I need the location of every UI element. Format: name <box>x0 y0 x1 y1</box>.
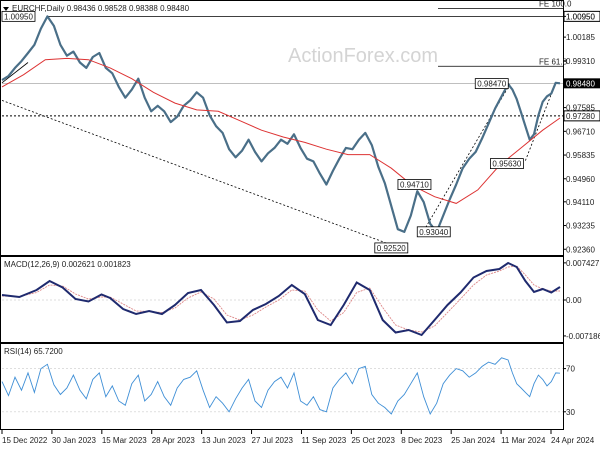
x-tick-label: 11 Mar 2024 <box>501 436 546 445</box>
price-tag: 0.98470 <box>474 78 509 90</box>
macd-panel-title: MACD(12,26,9) 0.002621 0.001823 <box>4 260 131 269</box>
price-y-axis: 1.00950 1.00185 0.99310 0.97585 0.96710 0.958… <box>563 12 595 254</box>
watermark: ActionForex.com <box>288 45 438 67</box>
fe-level-label: FE 61.8 <box>539 57 568 66</box>
x-tick-label: 11 Sep 2023 <box>301 436 346 445</box>
price-tag-label: 0.94710 <box>400 181 429 190</box>
price-y-tick-label: 0.97585 <box>566 104 595 113</box>
x-tick-label: 15 Dec 2022 <box>2 436 48 445</box>
macd-panel-frame <box>0 256 564 343</box>
price-tag-label: 1.00950 <box>4 12 33 21</box>
x-tick-label: 24 Apr 2024 <box>551 436 595 445</box>
price-tag-label: 0.93040 <box>419 228 448 237</box>
price-tag: 0.93040 <box>416 226 451 238</box>
macd-y-tick-label: 0.00 <box>566 296 582 305</box>
current-price-label: 0.98480 <box>566 79 595 88</box>
rsi-y-tick-label: 70 <box>566 365 575 374</box>
x-tick-label: 15 Mar 2023 <box>102 436 147 445</box>
current-price-tag: 0.98480 <box>564 78 600 89</box>
x-tick-label: 25 Jan 2024 <box>451 436 496 445</box>
macd-y-tick-label: -0.007186 <box>566 332 600 341</box>
price-tag: 0.95630 <box>489 158 524 170</box>
x-axis: 15 Dec 2022 30 Jan 2023 15 Mar 2023 28 Apr … <box>1 430 595 445</box>
chart-root: ActionForex.com 1.00950FE 100.0FE 61.80.… <box>0 0 600 445</box>
x-tick-label: 25 Oct 2023 <box>351 436 395 445</box>
x-tick-label: 30 Jan 2023 <box>52 436 97 445</box>
price-tag-label: 0.98470 <box>477 80 506 89</box>
price-panel-frame <box>0 0 564 256</box>
price-y-tick-label: 1.00185 <box>566 33 595 42</box>
price-y-tick-label: 0.99310 <box>566 57 595 66</box>
x-tick-label: 28 Apr 2023 <box>152 436 196 445</box>
rsi-panel-frame <box>0 343 564 430</box>
price-y-tick-label: 0.95835 <box>566 151 595 160</box>
price-y-tick-label: 0.96710 <box>566 127 595 136</box>
price-tag: 0.92520 <box>374 242 409 254</box>
rsi-y-axis: 70 30 <box>563 365 575 417</box>
price-tag-label: 0.92520 <box>377 244 406 253</box>
macd-y-tick-label: 0.007427 <box>566 259 600 268</box>
price-y-tick-label: 0.94110 <box>566 198 595 207</box>
macd-y-axis: 0.007427 0.00 -0.007186 <box>563 259 600 341</box>
price-y-tick-label: 0.93235 <box>566 222 595 231</box>
x-tick-label: 27 Jul 2023 <box>252 436 294 445</box>
price-y-tick-label: 0.92360 <box>566 245 595 254</box>
price-panel-title: EURCHF,Daily 0.98436 0.98528 0.98388 0.9… <box>12 4 190 13</box>
price-y-tick-label: 0.94960 <box>566 175 595 184</box>
price-y-tick-label: 1.00950 <box>566 12 595 21</box>
level-tag-label: 0.97280 <box>566 112 595 121</box>
rsi-y-tick-label: 30 <box>566 408 575 417</box>
fe-level-label: FE 100.0 <box>539 0 572 9</box>
rsi-panel-title: RSI(14) 65.7200 <box>4 347 63 356</box>
price-tag: 0.94710 <box>397 179 432 190</box>
x-tick-label: 8 Dec 2023 <box>401 436 442 445</box>
x-tick-label: 13 Jun 2023 <box>202 436 247 445</box>
price-tag-label: 0.95630 <box>492 160 521 169</box>
